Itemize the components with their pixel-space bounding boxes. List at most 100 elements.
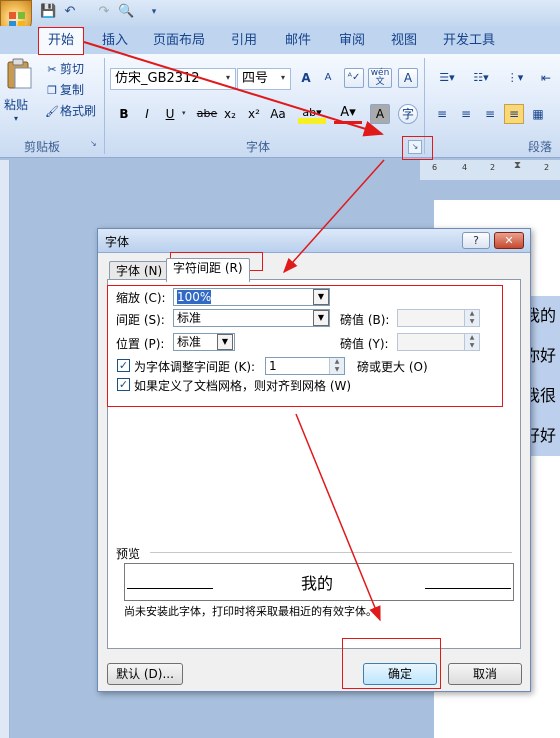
clear-format-icon[interactable]: ᴬ✓ <box>344 68 364 88</box>
decrease-indent-icon[interactable]: ⇤ <box>536 68 556 88</box>
spacing-by-label: 磅值 (B): <box>340 313 390 327</box>
underline-icon[interactable]: U <box>160 104 180 124</box>
close-button[interactable]: ✕ <box>494 232 524 249</box>
ruler-tick: 4 <box>462 163 468 172</box>
cut-button[interactable]: ✂ 剪切 <box>44 59 84 79</box>
tab-developer[interactable]: 开发工具 <box>440 30 498 52</box>
scale-dropdown-icon[interactable]: ▼ <box>313 289 329 305</box>
save-icon[interactable]: 💾 <box>40 4 56 20</box>
default-button[interactable]: 默认 (D)... <box>107 663 183 685</box>
help-button[interactable]: ? <box>462 232 490 249</box>
spacing-label: 间距 (S): <box>116 313 165 327</box>
ruler-tick: 2 <box>544 163 550 172</box>
font-group-label: 字体 <box>245 140 270 154</box>
paste-icon[interactable] <box>4 58 34 90</box>
tab-home[interactable]: 开始 <box>40 30 82 52</box>
tab-mailings[interactable]: 邮件 <box>280 30 316 52</box>
preview-box: 我的 <box>124 563 514 601</box>
paragraph-group-label: 段落 <box>528 140 553 154</box>
grow-font-icon[interactable]: A <box>296 68 316 88</box>
italic-icon[interactable]: I <box>137 104 157 124</box>
superscript-icon[interactable]: x² <box>244 104 264 124</box>
ok-button[interactable]: 确定 <box>363 663 437 685</box>
kerning-checkbox[interactable]: ✓ <box>117 359 130 372</box>
position-by-spinner-icon[interactable]: ▲ ▼ <box>464 334 479 350</box>
font-name-combo[interactable]: 仿宋_GB2312 <box>110 68 236 90</box>
scale-select[interactable]: 100% <box>173 288 330 306</box>
title-bar <box>0 0 560 26</box>
enclose-characters-icon[interactable]: 字 <box>398 104 418 124</box>
brush-icon: 🖌 <box>45 104 59 118</box>
align-right-icon[interactable]: ≡ <box>480 104 500 124</box>
preview-note: 尚未安装此字体，打印时将采取最相近的有效字体。 <box>124 605 377 618</box>
numbering-icon[interactable]: ☷▾ <box>466 68 496 88</box>
paste-dropdown-icon[interactable]: ▾ <box>14 114 18 123</box>
indent-marker-icon[interactable]: ⧗ <box>514 160 524 180</box>
clipboard-launcher-icon[interactable]: ↘ <box>90 139 100 149</box>
preview-text: 我的 <box>301 574 334 593</box>
cut-label: 剪切 <box>60 62 85 76</box>
scale-label: 缩放 (C): <box>116 291 166 305</box>
align-left-icon[interactable]: ≡ <box>432 104 452 124</box>
group-separator <box>104 58 105 154</box>
spacing-select[interactable]: 标准 <box>173 309 330 327</box>
subscript-icon[interactable]: x₂ <box>220 104 240 124</box>
preview-baseline <box>425 588 511 589</box>
spacing-by-spinner-icon[interactable]: ▲ ▼ <box>464 310 479 326</box>
bold-icon[interactable]: B <box>114 104 134 124</box>
customize-qat-icon[interactable]: ▾ <box>146 4 162 20</box>
horizontal-ruler: 6 4 2 ⧗ 2 <box>420 160 560 180</box>
spacing-dropdown-icon[interactable]: ▼ <box>313 310 329 326</box>
font-dialog-launcher-icon[interactable]: ↘ <box>408 140 422 154</box>
group-separator <box>424 58 425 154</box>
undo-icon[interactable]: ↶ <box>62 4 78 20</box>
multilevel-list-icon[interactable]: ⋮▾ <box>500 68 530 88</box>
kerning-spinner-icon[interactable]: ▲ ▼ <box>329 358 344 374</box>
underline-dropdown-icon[interactable]: ▾ <box>182 109 186 117</box>
preview-baseline <box>127 588 213 589</box>
font-name-dropdown-icon[interactable]: ▾ <box>226 73 230 82</box>
bullets-icon[interactable]: ☰▾ <box>432 68 462 88</box>
preview-label: 预览 <box>116 547 141 561</box>
tab-view[interactable]: 视图 <box>386 30 422 52</box>
tab-review[interactable]: 审阅 <box>334 30 370 52</box>
align-center-icon[interactable]: ≡ <box>456 104 476 124</box>
redo-icon[interactable]: ↷ <box>96 4 112 20</box>
copy-button[interactable]: ❐ 复制 <box>44 80 84 100</box>
position-dropdown-icon[interactable]: ▼ <box>217 334 233 350</box>
position-by-label: 磅值 (Y): <box>340 337 389 351</box>
pinyin-text: wén <box>370 68 390 78</box>
shrink-font-icon[interactable]: A <box>318 68 338 88</box>
format-painter-button[interactable]: 🖌格式刷 <box>44 101 96 121</box>
dialog-title: 字体 <box>105 235 130 249</box>
tab-character-spacing[interactable]: 字符间距 (R) <box>166 258 250 282</box>
font-size-dropdown-icon[interactable]: ▾ <box>281 73 285 82</box>
tab-references[interactable]: 引用 <box>226 30 262 52</box>
distributed-icon[interactable]: ▦ <box>528 104 548 124</box>
change-case-icon[interactable]: Aa <box>266 104 290 124</box>
grid-label: 如果定义了文档网格，则对齐到网格 (W) <box>134 379 352 393</box>
tab-insert[interactable]: 插入 <box>98 30 132 52</box>
font-color-icon[interactable]: A▾ <box>334 104 362 124</box>
character-border-icon[interactable]: A <box>398 68 418 88</box>
grid-checkbox[interactable]: ✓ <box>117 378 130 391</box>
print-preview-icon[interactable]: 🔍 <box>118 4 134 20</box>
copy-label: 复制 <box>60 83 85 97</box>
phonetic-guide-icon[interactable]: wén 文 <box>368 68 392 88</box>
ruler-tick: 2 <box>490 163 496 172</box>
kerning-suffix: 磅或更大 (O) <box>357 360 428 374</box>
preview-divider <box>150 552 512 553</box>
cancel-button[interactable]: 取消 <box>448 663 522 685</box>
highlight-color-icon[interactable]: ab▾ <box>298 104 326 124</box>
ruler-tick: 6 <box>432 163 438 172</box>
vertical-ruler <box>0 160 10 738</box>
paste-button[interactable]: 粘贴 <box>4 96 28 113</box>
tab-font[interactable]: 字体 (N) <box>109 261 170 281</box>
format-painter-label: 格式刷 <box>60 104 97 118</box>
copy-icon: ❐ <box>47 83 57 97</box>
justify-icon[interactable]: ≡ <box>504 104 524 124</box>
tab-page-layout[interactable]: 页面布局 <box>150 30 208 52</box>
character-shading-icon[interactable]: A <box>370 104 390 124</box>
scissors-icon: ✂ <box>47 62 57 76</box>
strikethrough-icon[interactable]: abe <box>194 104 220 124</box>
